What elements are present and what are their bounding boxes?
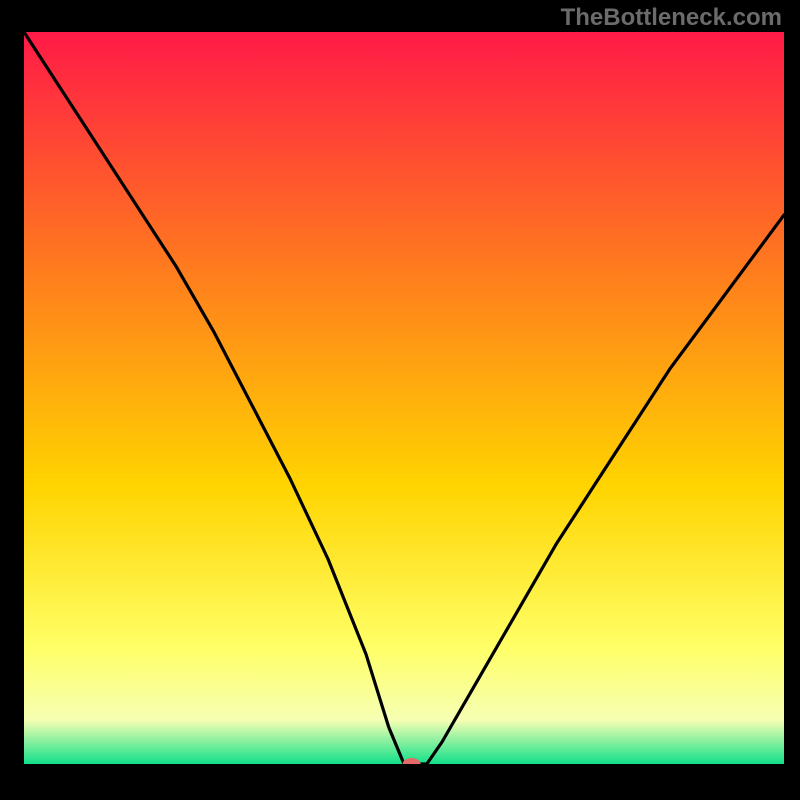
chart-frame: TheBottleneck.com [0,0,800,800]
gradient-background [24,32,784,764]
watermark-text: TheBottleneck.com [561,4,782,32]
chart-svg [24,32,784,764]
plot-area [24,32,784,764]
